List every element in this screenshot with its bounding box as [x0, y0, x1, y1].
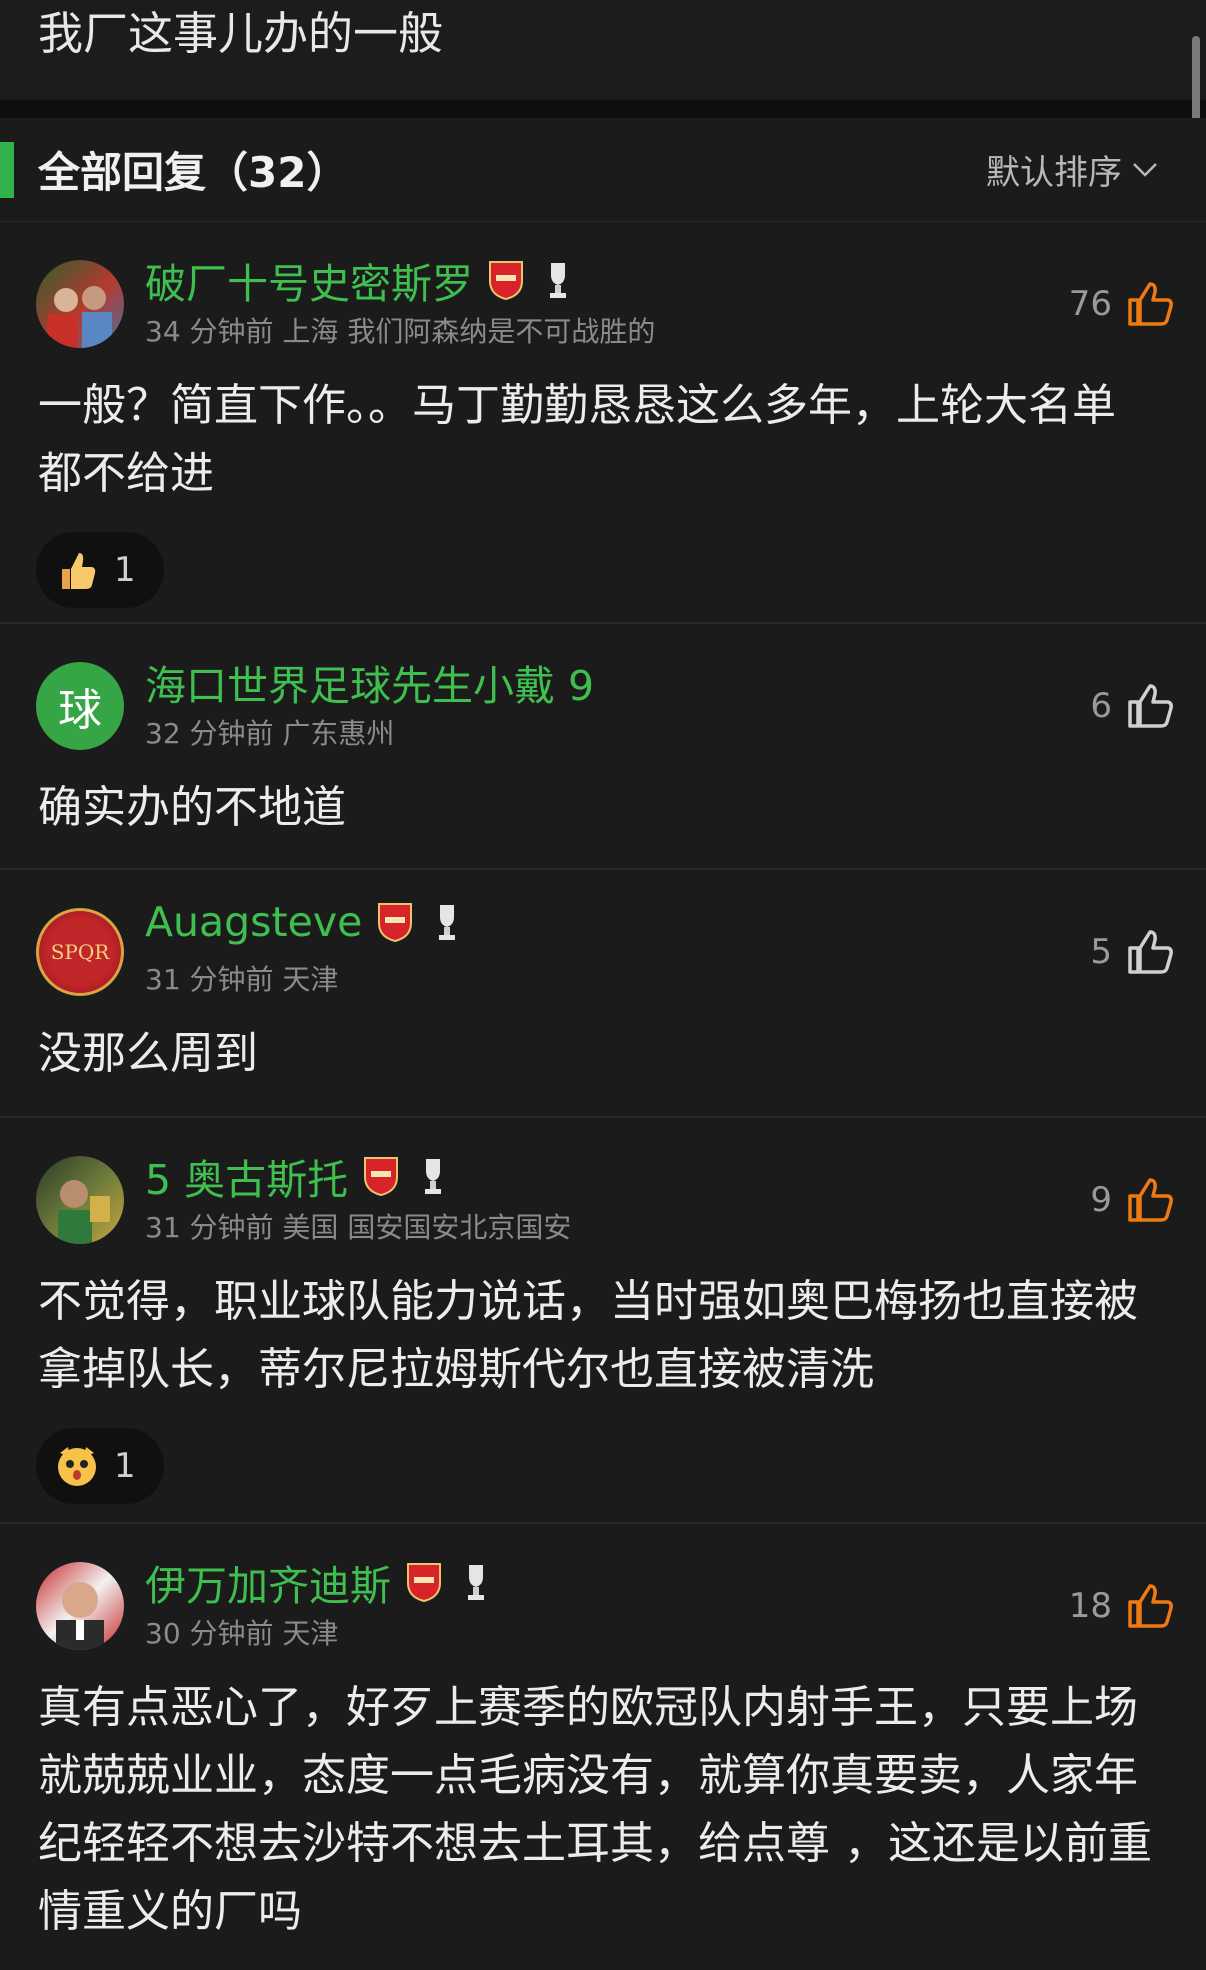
comment-meta: 34 分钟前 上海 我们阿森纳是不可战胜的	[145, 315, 656, 348]
trophy-icon	[439, 905, 456, 940]
arsenal-badge-icon	[378, 903, 413, 943]
thumbs-up-icon	[1128, 1178, 1173, 1222]
replies-title: 全部回复（32）	[38, 148, 349, 197]
thumbs-up-emoji-icon	[62, 553, 96, 589]
like-count: 18	[1068, 1586, 1112, 1626]
thumbs-up-icon	[1128, 930, 1173, 974]
surprised-emoji-icon	[58, 1447, 96, 1486]
like-button[interactable]: 9	[1090, 1176, 1174, 1224]
comment-item: SPQR Auagsteve 31 分钟前 天津 5 没那么周到	[0, 870, 1206, 1118]
trophy-icon	[468, 1565, 484, 1600]
username[interactable]: 破厂十号史密斯罗	[145, 250, 473, 310]
chevron-down-icon	[1133, 162, 1157, 177]
thumbs-up-icon	[1128, 1584, 1173, 1628]
reaction-chip[interactable]: 1	[36, 1428, 164, 1504]
comment-meta: 31 分钟前 天津	[145, 963, 339, 996]
accent-bar	[0, 142, 14, 198]
arsenal-badge-icon	[489, 261, 523, 301]
comment-meta: 31 分钟前 美国 国安国安北京国安	[145, 1211, 572, 1244]
sort-dropdown[interactable]: 默认排序	[986, 145, 1158, 194]
username[interactable]: 5 奥古斯托	[145, 1146, 348, 1206]
comment-text: 确实办的不地道	[38, 782, 346, 833]
like-count: 6	[1090, 686, 1112, 726]
avatar[interactable]: 球	[36, 662, 124, 750]
like-count: 5	[1090, 932, 1112, 972]
username[interactable]: 伊万加齐迪斯	[145, 1552, 391, 1612]
comment-text: 没那么周到	[38, 1028, 258, 1079]
avatar[interactable]	[36, 1156, 124, 1244]
comment-item: 球 海口世界足球先生小戴 9 32 分钟前 广东惠州 6 确实办的不地道	[0, 624, 1206, 870]
comment-item: 5 奥古斯托 31 分钟前 美国 国安国安北京国安 9 不觉得，职业球队能力说话…	[0, 1118, 1206, 1524]
comment-meta: 32 分钟前 广东惠州	[145, 717, 395, 750]
replies-header: 全部回复（32） 默认排序	[0, 118, 1206, 222]
avatar[interactable]	[36, 1562, 124, 1650]
section-divider	[0, 100, 1206, 118]
trophy-icon	[425, 1159, 442, 1194]
post-text: 我厂这事儿办的一般	[0, 0, 1206, 100]
comment-text: 一般？简直下作。。马丁勤勤恳恳这么多年，上轮大名单都不给进	[38, 380, 1116, 499]
comment-item: 伊万加齐迪斯 30 分钟前 天津 18 真有点恶心了，好歹上赛季的欧冠队内射手王…	[0, 1524, 1206, 1944]
comment-text: 不觉得，职业球队能力说话，当时强如奥巴梅扬也直接被拿掉队长，蒂尔尼拉姆斯代尔也直…	[38, 1276, 1138, 1395]
like-count: 9	[1090, 1180, 1112, 1220]
comment-text: 真有点恶心了，好歹上赛季的欧冠队内射手王，只要上场就兢兢业业，态度一点毛病没有，…	[38, 1682, 1152, 1937]
arsenal-badge-icon	[407, 1563, 441, 1603]
avatar-text: SPQR	[50, 940, 110, 964]
avatar[interactable]: SPQR	[36, 908, 124, 996]
thumbs-up-icon	[1128, 282, 1173, 326]
avatar-letter: 球	[58, 685, 102, 736]
arsenal-badge-icon	[364, 1157, 399, 1197]
thumbs-up-icon	[1128, 684, 1173, 728]
reaction-count: 1	[114, 1446, 136, 1486]
username[interactable]: Auagsteve	[145, 898, 362, 946]
like-button[interactable]: 6	[1090, 682, 1174, 730]
reaction-chip[interactable]: 1	[36, 532, 164, 608]
trophy-icon	[550, 263, 566, 298]
comment-meta: 30 分钟前 天津	[145, 1617, 339, 1650]
sort-label: 默认排序	[986, 153, 1122, 193]
like-button[interactable]: 5	[1090, 928, 1174, 976]
avatar[interactable]	[36, 260, 124, 348]
like-button[interactable]: 76	[1069, 280, 1174, 328]
username[interactable]: 海口世界足球先生小戴 9	[145, 652, 594, 712]
reaction-count: 1	[114, 550, 136, 590]
like-count: 76	[1068, 284, 1112, 324]
comment-item: 破厂十号史密斯罗 34 分钟前 上海 我们阿森纳是不可战胜的 76 一般？简直下…	[0, 222, 1206, 624]
like-button[interactable]: 18	[1069, 1582, 1174, 1630]
